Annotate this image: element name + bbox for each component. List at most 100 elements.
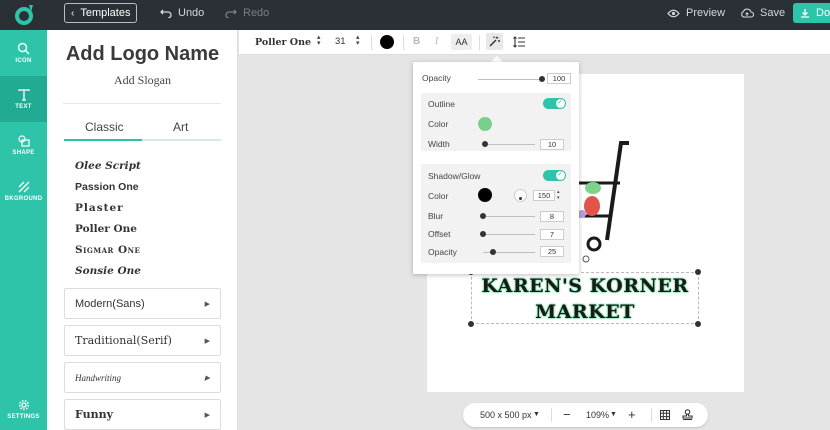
shadow-toggle[interactable]: ✓ [543,170,566,181]
caret-right-icon: ▶ [204,410,210,419]
category-handwriting[interactable]: Handwriting ▶ [64,362,221,393]
separator [371,35,372,50]
opacity-input[interactable]: 100 [547,73,571,84]
check-icon: ✓ [557,99,563,106]
resize-handle-tr[interactable] [695,269,701,275]
font-item-plaster[interactable]: Plaster [75,202,124,214]
save-button[interactable]: Save [740,5,785,21]
font-item-sonsie-one[interactable]: Sonsie One [75,265,141,277]
app-logo[interactable] [12,2,36,26]
italic-button[interactable]: I [435,36,438,47]
chevron-down-icon[interactable]: ▼ [533,411,540,418]
stamp-icon[interactable] [682,409,693,420]
category-modern-sans[interactable]: Modern(Sans) ▶ [64,288,221,319]
category-funny[interactable]: Funny ▶ [64,399,221,430]
redo-icon [225,9,237,18]
magic-wand-icon [489,36,500,47]
outline-toggle[interactable]: ✓ [543,98,566,109]
opacity-label: Opacity [422,73,451,83]
offset-label: Offset [428,229,451,239]
shadow-label: Shadow/Glow [428,171,481,181]
canvas-size-select[interactable]: 500 x 500 px [480,410,532,420]
caret-right-icon: ▶ [204,300,210,308]
opacity-slider-track[interactable] [478,79,545,80]
chevron-down-icon[interactable]: ▼ [610,411,617,418]
font-item-sigmar-one[interactable]: Sigmar One [75,244,140,256]
text-panel: Add Logo Name Add Slogan Classic Art Ole… [47,30,238,430]
offset-slider-track[interactable] [483,234,535,235]
eye-icon [667,9,680,17]
blur-input[interactable]: 8 [540,211,564,222]
shadow-angle-input[interactable]: 150 [533,190,555,201]
bold-button[interactable]: B [413,36,420,47]
tab-active-indicator [64,139,142,141]
logo-text[interactable]: KAREN'S KORNER MARKET [471,273,699,325]
left-nav: ICON TEXT SHAPE BKGROUND SETTINGS [0,30,47,430]
font-item-olee-script[interactable]: Olee Script [75,160,141,172]
nav-item-shape[interactable]: SHAPE [0,122,47,168]
zoom-bar: 500 x 500 px ▼ − 109% ▼ + [463,403,708,427]
shapes-icon [18,134,30,147]
uppercase-button[interactable]: AA [451,34,472,50]
resize-handle-bl[interactable] [468,321,474,327]
shadow-color-swatch[interactable] [478,188,492,202]
preview-button[interactable]: Preview [667,5,725,21]
nav-item-icon[interactable]: ICON [0,30,47,76]
opacity-slider-knob[interactable] [539,76,545,82]
effects-popover: Opacity 100 Outline ✓ Color Width 10 Sha… [413,62,579,274]
separator [551,408,552,422]
separator [651,408,652,422]
add-logo-name[interactable]: Add Logo Name [47,43,238,66]
chevron-left-icon: ‹ [71,7,75,19]
angle-stepper[interactable]: ▴ ▾ [557,189,560,201]
shadow-color-label: Color [428,191,449,201]
shadow-opacity-slider-knob[interactable] [490,249,496,255]
offset-slider-knob[interactable] [480,231,486,237]
grid-icon[interactable] [660,410,670,420]
shadow-opacity-input[interactable]: 25 [540,246,564,257]
tab-art[interactable]: Art [173,120,188,134]
outline-width-slider-knob[interactable] [482,141,488,147]
effects-button[interactable] [486,33,503,50]
font-size-stepper[interactable]: ▴ ▾ [356,34,360,47]
nav-item-text[interactable]: TEXT [0,76,47,122]
outline-width-label: Width [428,139,450,149]
background-icon [18,181,29,192]
undo-button[interactable]: Undo [160,5,204,21]
download-icon [801,9,809,18]
zoom-level[interactable]: 109% [586,410,609,420]
check-icon: ✓ [557,171,563,178]
download-button[interactable]: Do [793,3,830,23]
text-color-swatch[interactable] [380,35,394,49]
zoom-in-button[interactable]: + [628,407,636,422]
font-item-poller-one[interactable]: Poller One [75,223,137,235]
line-spacing-icon[interactable] [513,36,525,48]
undo-icon [160,9,172,18]
font-size-input[interactable]: 31 [335,36,346,47]
font-family-select[interactable]: Poller One [255,37,311,48]
text-toolbar: Poller One ▴ ▾ 31 ▴ ▾ B I AA [239,30,830,55]
tab-classic[interactable]: Classic [85,120,124,134]
outline-width-slider-track[interactable] [483,144,535,145]
templates-button[interactable]: ‹ Templates [64,3,137,23]
blur-slider-knob[interactable] [480,213,486,219]
category-traditional-serif[interactable]: Traditional(Serif) ▶ [64,325,221,356]
top-bar: ‹ Templates Undo Redo Preview Save Do [0,0,830,30]
resize-handle-br[interactable] [695,321,701,327]
nav-item-settings[interactable]: SETTINGS [0,386,47,430]
logo-text-line-2: MARKET [535,301,635,323]
outline-color-swatch[interactable] [478,117,492,131]
redo-button[interactable]: Redo [225,5,269,21]
nav-item-background[interactable]: BKGROUND [0,168,47,214]
shadow-opacity-label: Opacity [428,247,457,257]
font-select-arrows-icon[interactable]: ▴ ▾ [317,34,321,47]
shadow-angle-dial[interactable] [514,189,527,202]
add-slogan[interactable]: Add Slogan [47,73,238,88]
font-item-passion-one[interactable]: Passion One [75,181,139,193]
search-icon [17,42,30,55]
outline-width-input[interactable]: 10 [540,139,564,150]
zoom-out-button[interactable]: − [563,407,571,422]
separator [479,35,480,50]
blur-slider-track[interactable] [483,216,535,217]
offset-input[interactable]: 7 [540,229,564,240]
